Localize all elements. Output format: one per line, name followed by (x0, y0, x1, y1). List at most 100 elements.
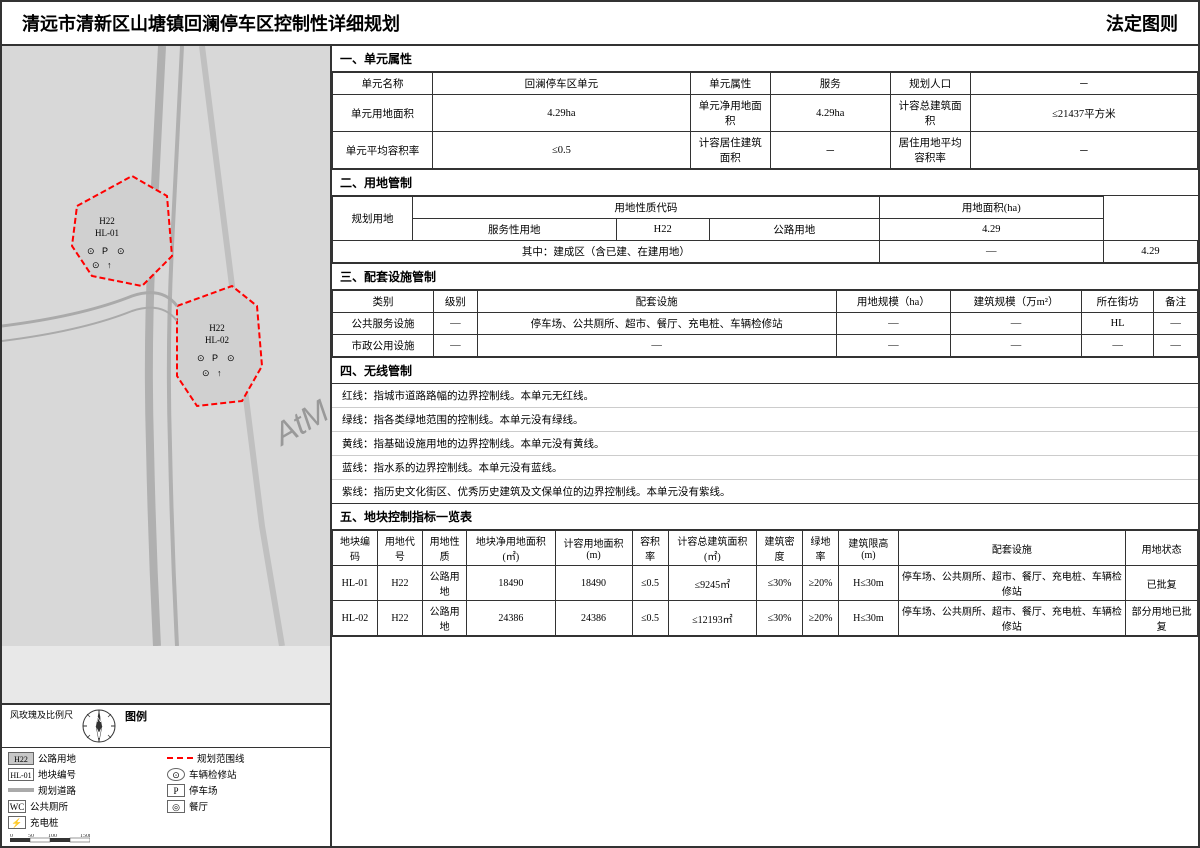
legend-header: 风玫瑰及比例尺 N (2, 705, 330, 748)
row1-use-type: 公路用地 (422, 566, 466, 601)
row2-far: ≤0.5 (632, 601, 668, 636)
built-area-dash: — (879, 241, 1103, 263)
facility-type-2: 市政公用设施 (333, 335, 434, 357)
section4: 四、无线管制 红线：指城市道路路幅的边界控制线。本单元无红线。 绿线：指各类绿地… (332, 358, 1198, 504)
charge-label: 充电桩 (30, 815, 59, 829)
table-row: HL-01 H22 公路用地 18490 18490 ≤0.5 ≤9245㎡ ≤… (333, 566, 1198, 601)
header: 清远市清新区山塘镇回澜停车区控制性详细规划 法定图则 (2, 2, 1198, 46)
facility-build-2: — (951, 335, 1082, 357)
value-unit-area: 4.29ha (433, 95, 691, 132)
label-total-build: 计容总建筑面积 (890, 95, 970, 132)
block-label: 地块编号 (38, 767, 76, 781)
section1-title: 一、单元属性 (332, 46, 1198, 72)
col-level: 级别 (434, 291, 478, 313)
section2-title: 二、用地管制 (332, 170, 1198, 196)
svg-text:⊙: ⊙ (197, 353, 205, 363)
legend-title: 图例 (125, 708, 147, 744)
facility-street-2: — (1081, 335, 1153, 357)
section5-table: 地块编码 用地代号 用地性质 地块净用地面积(㎡) 计容用地面积(m) 容积率 … (332, 530, 1198, 636)
section3-table: 类别 级别 配套设施 用地规模（ha） 建筑规模（万m²） 所在街坊 备注 公共… (332, 290, 1198, 357)
svg-text:HL-02: HL-02 (205, 335, 229, 345)
value-unit-attr: 服务 (770, 73, 890, 95)
s5-col-density: 建筑密度 (757, 531, 803, 566)
col-build-scale: 建筑规模（万m²） (951, 291, 1082, 313)
label-unit-attr: 单元属性 (690, 73, 770, 95)
col-land-scale: 用地规模（ha） (836, 291, 951, 313)
row1-code: HL-01 (333, 566, 378, 601)
svg-text:⊙: ⊙ (202, 368, 210, 378)
row2-status: 部分用地已批复 (1126, 601, 1198, 636)
section3-title: 三、配套设施管制 (332, 264, 1198, 290)
legend-box: 风玫瑰及比例尺 N (2, 703, 330, 846)
table-row: 单元用地面积 4.29ha 单元净用地面积 4.29ha 计容总建筑面积 ≤21… (333, 95, 1198, 132)
svg-text:H22: H22 (209, 323, 225, 333)
svg-text:H22: H22 (99, 216, 115, 226)
svg-text:HL-01: HL-01 (95, 228, 119, 238)
road-land: 公路用地 (709, 219, 879, 241)
row2-density: ≤30% (757, 601, 803, 636)
row1-density: ≤30% (757, 566, 803, 601)
left-map-panel: H22 HL-01 ⊙ P ⊙ ⊙ ↑ H22 HL-02 (2, 46, 332, 846)
row1-height: H≤30m (839, 566, 898, 601)
section5-title: 五、地块控制指标一览表 (332, 504, 1198, 530)
col-type: 类别 (333, 291, 434, 313)
table-header-row: 类别 级别 配套设施 用地规模（ha） 建筑规模（万m²） 所在街坊 备注 (333, 291, 1198, 313)
use-area-header: 用地面积(ha) (879, 197, 1103, 219)
facility-desc-2: — (477, 335, 836, 357)
parking-symbol: P (167, 784, 185, 797)
s5-col-code: 地块编码 (333, 531, 378, 566)
facility-desc-1: 停车场、公共厕所、超市、餐厅、充电桩、车辆检修站 (477, 313, 836, 335)
row1-far: ≤0.5 (632, 566, 668, 601)
row1-net-area: 18490 (467, 566, 555, 601)
value-res-build: － (770, 132, 890, 169)
section5: 五、地块控制指标一览表 地块编码 用地代号 用地性质 地块净用地面积(㎡) 计容… (332, 504, 1198, 637)
value-total-build: ≤21437平方米 (970, 95, 1197, 132)
section2: 二、用地管制 规划用地 用地性质代码 用地面积(ha) 服务性用地 H22 公路… (332, 170, 1198, 264)
svg-text:0: 0 (10, 834, 13, 839)
svg-text:100: 100 (48, 834, 57, 839)
table-row: 其中：建成区（含已建、在建用地） — 4.29 (333, 241, 1198, 263)
right-panel: 一、单元属性 单元名称 回澜停车区单元 单元属性 服务 规划人口 － 单元用地面… (332, 46, 1198, 846)
svg-text:⊙: ⊙ (117, 246, 125, 256)
svg-text:150m: 150m (80, 834, 90, 839)
svg-text:⊙: ⊙ (92, 260, 100, 270)
legend-item-block: HL-01 地块编号 (8, 767, 165, 781)
s5-col-status: 用地状态 (1126, 531, 1198, 566)
main-content: H22 HL-01 ⊙ P ⊙ ⊙ ↑ H22 HL-02 (2, 46, 1198, 846)
s5-col-use-type: 用地性质 (422, 531, 466, 566)
range-label: 规划范围线 (197, 751, 245, 765)
north-indicator: N (81, 708, 117, 744)
road-symbol (8, 788, 34, 792)
legend-item-restaurant: ◎ 餐厅 (167, 799, 324, 813)
facility-land-1: — (836, 313, 951, 335)
row1-total-build: ≤9245㎡ (668, 566, 757, 601)
section1-table: 单元名称 回澜停车区单元 单元属性 服务 规划人口 － 单元用地面积 4.29h… (332, 72, 1198, 169)
wireless-line-purple: 紫线：指历史文化街区、优秀历史建筑及文保单位的边界控制线。本单元没有紫线。 (332, 480, 1198, 503)
table-row: 市政公用设施 — — — — — — (333, 335, 1198, 357)
repair-label: 车辆检修站 (189, 767, 237, 781)
h22-code: H22 (616, 219, 709, 241)
value-net-area: 4.29ha (770, 95, 890, 132)
h22-label: 公路用地 (38, 751, 76, 765)
col-facility: 配套设施 (477, 291, 836, 313)
facility-type-1: 公共服务设施 (333, 313, 434, 335)
s5-col-green: 绿地率 (802, 531, 838, 566)
row2-use-type: 公路用地 (422, 601, 466, 636)
row1-green: ≥20% (802, 566, 838, 601)
repair-symbol: ⊙ (167, 768, 185, 781)
facility-land-2: — (836, 335, 951, 357)
svg-text:50: 50 (28, 834, 34, 839)
s5-col-facilities: 配套设施 (898, 531, 1126, 566)
svg-text:↑: ↑ (107, 260, 112, 270)
s5-col-net-area: 地块净用地面积(㎡) (467, 531, 555, 566)
road-label: 规划道路 (38, 783, 76, 797)
svg-text:⊙: ⊙ (227, 353, 235, 363)
s5-col-far: 容积率 (632, 531, 668, 566)
s5-col-height: 建筑限高(m) (839, 531, 898, 566)
use-quality-code-header: 用地性质代码 (413, 197, 880, 219)
svg-text:N: N (96, 717, 101, 724)
legend-item-h22: H22 公路用地 (8, 751, 165, 765)
legend-item-parking: P 停车场 (167, 783, 324, 797)
plan-use-land-label: 规划用地 (333, 197, 413, 241)
section3: 三、配套设施管制 类别 级别 配套设施 用地规模（ha） 建筑规模（万m²） 所… (332, 264, 1198, 358)
